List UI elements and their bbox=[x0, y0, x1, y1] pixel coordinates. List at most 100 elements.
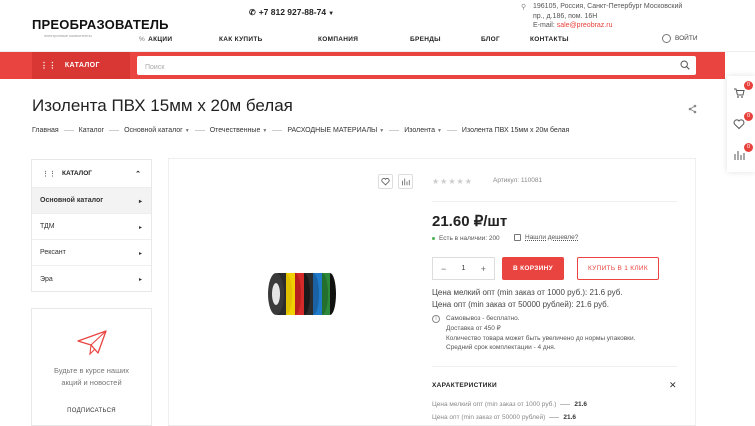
address-line-1: 196105, Россия, Санкт-Петербург Московск… bbox=[533, 3, 683, 10]
grid-icon: ⋮⋮ bbox=[42, 170, 56, 178]
menu-item-akcii[interactable]: % АКЦИИ bbox=[139, 36, 219, 43]
arrow-icon: ▸ bbox=[138, 199, 142, 205]
breadcrumb-label: Основной каталог bbox=[124, 127, 183, 134]
email-label: E-mail: bbox=[533, 22, 557, 29]
sidebar-item-main-catalog[interactable]: Основной каталог ▸ bbox=[32, 188, 151, 214]
subscribe-button[interactable]: ПОДПИСАТЬСЯ bbox=[32, 408, 151, 414]
delivery-line: Средний срок комплектации - 4 дня. bbox=[446, 344, 556, 352]
delivery-line: Доставка от 450 ₽ bbox=[446, 324, 501, 332]
divider bbox=[432, 366, 677, 367]
arrow-icon: ▸ bbox=[138, 251, 142, 257]
chevron-down-icon: ▼ bbox=[436, 128, 442, 134]
paper-plane-icon bbox=[77, 330, 107, 356]
calendar-icon bbox=[514, 234, 521, 241]
cart-button[interactable]: 0 bbox=[733, 81, 753, 102]
breadcrumb-label: Отечественные bbox=[209, 127, 261, 134]
quantity-value[interactable]: 1 bbox=[462, 265, 466, 272]
characteristic-value: 21.6 bbox=[563, 414, 576, 421]
sidebar-item-tdm[interactable]: ТДМ ▸ bbox=[32, 214, 151, 240]
sidebar-item-rexant[interactable]: Рексант ▸ bbox=[32, 240, 151, 266]
product-image[interactable] bbox=[264, 265, 338, 323]
page-title: Изолента ПВХ 15мм x 20м белая bbox=[32, 96, 293, 115]
stock-status: Есть в наличии: 200 bbox=[432, 235, 500, 242]
main-menu: % АКЦИИ КАК КУПИТЬ КОМПАНИЯ БРЕНДЫ БЛОГ К… bbox=[139, 36, 590, 43]
rating-stars[interactable]: ★★★★★ bbox=[432, 177, 473, 186]
quantity-decrease-button[interactable]: − bbox=[441, 264, 446, 274]
characteristic-value: 21.6 bbox=[574, 401, 588, 408]
top-header: ПРЕОБРАЗОВАТЕЛЬ электронные компоненты ✆… bbox=[0, 0, 755, 52]
compare-icon bbox=[402, 178, 410, 186]
quantity-increase-button[interactable]: + bbox=[481, 264, 486, 274]
search-box bbox=[137, 56, 696, 77]
floating-side-panel: 0 0 0 bbox=[727, 76, 755, 172]
menu-item-contacts[interactable]: КОНТАКТЫ bbox=[530, 36, 590, 43]
percent-icon: % bbox=[139, 36, 146, 43]
chevron-down-icon: ▼ bbox=[262, 128, 268, 134]
menu-item-brands[interactable]: БРЕНДЫ bbox=[410, 36, 481, 43]
breadcrumb-label: РАСХОДНЫЕ МАТЕРИАЛЫ bbox=[287, 127, 378, 134]
sidebar-item-label: ТДМ bbox=[40, 223, 55, 230]
price-wholesale: Цена опт (min заказ от 50000 рублей): 21… bbox=[432, 300, 609, 309]
characteristics-header[interactable]: ХАРАКТЕРИСТИКИ bbox=[432, 382, 497, 389]
article-value: 110081 bbox=[520, 177, 543, 184]
favorites-button[interactable]: 0 bbox=[733, 112, 753, 133]
delivery-info: i Самовывоз - бесплатно. Доставка от 450… bbox=[432, 314, 672, 353]
breadcrumb-catalog[interactable]: Каталог bbox=[79, 127, 104, 134]
sidebar-item-label: Эра bbox=[40, 275, 53, 283]
user-icon bbox=[662, 34, 671, 43]
site-logo[interactable]: ПРЕОБРАЗОВАТЕЛЬ электронные компоненты bbox=[32, 17, 169, 38]
share-icon[interactable] bbox=[688, 104, 697, 114]
catalog-button[interactable]: ⋮⋮ КАТАЛОГ bbox=[32, 52, 130, 79]
breadcrumb-separator bbox=[63, 130, 74, 131]
info-icon: i bbox=[432, 315, 440, 323]
add-to-cart-button[interactable]: В КОРЗИНУ bbox=[502, 257, 564, 280]
menu-item-how-to-buy[interactable]: КАК КУПИТЬ bbox=[219, 36, 318, 43]
subscribe-text: Будьте в курсе наших акций и новостей bbox=[32, 365, 151, 389]
compare-count-badge: 0 bbox=[744, 143, 753, 152]
phone-number[interactable]: ✆ +7 812 927-88-74 ▼ bbox=[249, 7, 334, 17]
delivery-line: Количество товара может быть увеличено д… bbox=[446, 334, 636, 342]
menu-item-label: АКЦИИ bbox=[148, 36, 173, 43]
login-button[interactable]: ВОЙТИ bbox=[662, 34, 698, 43]
sidebar-catalog-header[interactable]: ⋮⋮ КАТАЛОГ ⌃ bbox=[32, 160, 151, 188]
compare-icon bbox=[734, 151, 745, 160]
sidebar-item-era[interactable]: Эра ▸ bbox=[32, 266, 151, 292]
add-to-compare-button[interactable] bbox=[398, 174, 413, 189]
sidebar-item-label: Рексант bbox=[40, 249, 66, 256]
article-label: Артикул: bbox=[493, 177, 521, 184]
close-icon[interactable]: ✕ bbox=[669, 380, 677, 391]
breadcrumb-separator bbox=[194, 130, 205, 131]
compare-button[interactable]: 0 bbox=[733, 143, 753, 164]
breadcrumb-tape[interactable]: Изолента ▼ bbox=[404, 127, 442, 134]
subscribe-block: Будьте в курсе наших акций и новостей ПО… bbox=[31, 308, 152, 426]
heart-icon bbox=[381, 178, 390, 186]
characteristic-name: Цена опт (min заказ от 50000 рублей) bbox=[432, 414, 546, 421]
chevron-up-icon[interactable]: ⌃ bbox=[135, 170, 141, 178]
add-to-favorites-button[interactable] bbox=[378, 174, 393, 189]
breadcrumb-consumables[interactable]: РАСХОДНЫЕ МАТЕРИАЛЫ ▼ bbox=[287, 127, 384, 134]
sidebar-catalog: ⋮⋮ КАТАЛОГ ⌃ Основной каталог ▸ ТДМ ▸ Рекс… bbox=[31, 159, 152, 292]
menu-item-blog[interactable]: БЛОГ bbox=[481, 36, 530, 43]
buy-one-click-button[interactable]: КУПИТЬ В 1 КЛИК bbox=[577, 257, 659, 280]
chevron-down-icon: ▼ bbox=[184, 128, 190, 134]
subscribe-text-line-2: акций и новостей bbox=[61, 378, 122, 387]
breadcrumb-separator bbox=[109, 130, 120, 131]
tape-rolls bbox=[268, 273, 336, 315]
phone-text: +7 812 927-88-74 bbox=[258, 7, 327, 17]
breadcrumb-label: Изолента bbox=[404, 127, 435, 134]
breadcrumb-home[interactable]: Главная bbox=[32, 127, 59, 134]
stock-indicator-dot bbox=[432, 237, 435, 240]
arrow-icon: ▸ bbox=[138, 277, 142, 283]
found-cheaper-link[interactable]: Нашли дешевле? bbox=[514, 234, 578, 241]
chevron-down-icon[interactable]: ▼ bbox=[328, 11, 334, 17]
cart-count-badge: 0 bbox=[744, 81, 753, 90]
breadcrumb-main-catalog[interactable]: Основной каталог ▼ bbox=[124, 127, 190, 134]
search-input[interactable] bbox=[137, 58, 667, 77]
delivery-line: Самовывоз - бесплатно. bbox=[446, 315, 520, 322]
email-link[interactable]: sale@preobraz.ru bbox=[557, 22, 613, 29]
menu-item-company[interactable]: КОМПАНИЯ bbox=[318, 36, 410, 43]
stock-text: Есть в наличии: 200 bbox=[439, 235, 500, 242]
search-icon[interactable] bbox=[680, 60, 690, 70]
product-article: Артикул: 110081 bbox=[493, 177, 542, 184]
breadcrumb-domestic[interactable]: Отечественные ▼ bbox=[210, 127, 268, 134]
